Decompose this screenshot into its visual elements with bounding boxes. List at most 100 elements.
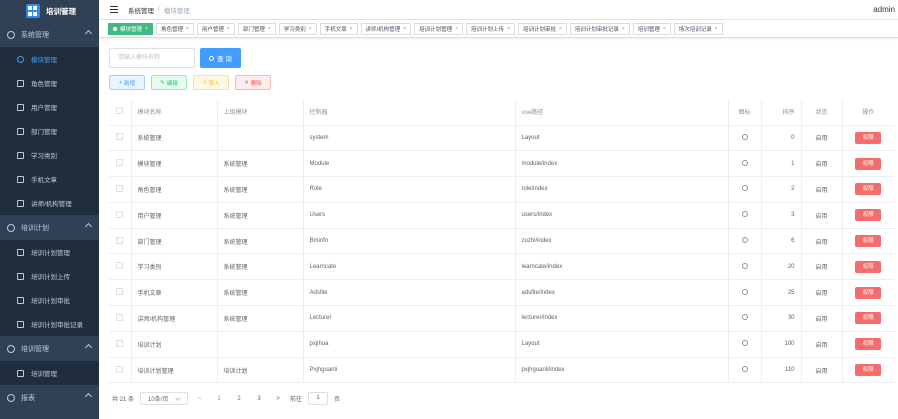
permission-button[interactable]: 权限 <box>855 364 882 377</box>
edit-button[interactable]: ✎ 编辑 <box>151 75 187 90</box>
globe-icon <box>741 159 748 166</box>
goto-page-input[interactable]: 1 <box>308 392 329 405</box>
sidebar-group-report[interactable]: 报表 <box>0 385 99 410</box>
permission-button[interactable]: 权限 <box>855 338 882 351</box>
row-checkbox[interactable] <box>116 133 124 141</box>
permission-button[interactable]: 权限 <box>855 209 882 222</box>
table-row[interactable]: 用户管理 系统管理 Users users/index 3 启用 权限 <box>109 202 894 229</box>
close-icon[interactable]: × <box>622 26 625 32</box>
table-row[interactable]: 部门管理 系统管理 Bminfo zuzhi/index 6 启用 权限 <box>109 228 894 255</box>
select-all-checkbox[interactable] <box>116 107 124 115</box>
page-number[interactable]: 3 <box>252 396 266 402</box>
close-icon[interactable]: × <box>663 26 666 32</box>
permission-button[interactable]: 权限 <box>855 183 882 196</box>
sidebar-group-plan[interactable]: 培训计划 <box>0 215 99 240</box>
search-button-label: 查 询 <box>217 56 232 63</box>
user-name[interactable]: admin <box>873 5 895 14</box>
row-checkbox[interactable] <box>116 339 124 347</box>
sidebar-item-training-manage[interactable]: 培训管理 <box>0 361 99 385</box>
row-checkbox[interactable] <box>116 313 124 321</box>
table-row[interactable]: 角色管理 系统管理 Role role/index 2 启用 权限 <box>109 176 894 203</box>
sidebar-item-plan-approve-log[interactable]: 培训计划审批记录 <box>0 312 99 336</box>
tag-0[interactable]: 模块管理 × <box>108 22 153 35</box>
row-checkbox[interactable] <box>116 236 124 244</box>
breadcrumb-item[interactable]: 系统管理 <box>128 5 154 15</box>
delete-button[interactable]: ✕ 删除 <box>235 75 271 90</box>
cell-parent: 系统管理 <box>217 150 304 178</box>
sidebar-item-department[interactable]: 部门管理 <box>0 119 99 143</box>
row-checkbox[interactable] <box>116 210 124 218</box>
row-checkbox[interactable] <box>116 184 124 192</box>
hamburger-icon[interactable] <box>110 6 118 13</box>
tag-1[interactable]: 角色管理 × <box>155 22 194 35</box>
sidebar-item-plan-upload[interactable]: 培训计划上传 <box>0 264 99 288</box>
sidebar-item-lecturer[interactable]: 讲师/机构管理 <box>0 191 99 215</box>
page-number[interactable]: 1 <box>212 396 226 402</box>
import-button[interactable]: ⇩ 导入 <box>193 75 229 90</box>
close-icon[interactable]: × <box>227 26 230 32</box>
app-logo[interactable]: 培训管理 <box>0 0 99 22</box>
close-icon[interactable]: × <box>715 26 718 32</box>
tag-8[interactable]: 培训计划上传 × <box>466 22 515 35</box>
tag-4[interactable]: 学习类别 × <box>278 22 317 35</box>
chevron-up-icon <box>84 392 93 401</box>
close-icon[interactable]: × <box>559 26 562 32</box>
tag-2[interactable]: 用户管理 × <box>196 22 235 35</box>
sidebar-item-plan-approve[interactable]: 培训计划审批 <box>0 288 99 312</box>
sidebar-item-users[interactable]: 用户管理 <box>0 95 99 119</box>
sidebar-item-learncate[interactable]: 学习类别 <box>0 143 99 167</box>
add-button[interactable]: + 新增 <box>109 75 145 90</box>
table-row[interactable]: 学习类别 系统管理 Learncate learncate/index 20 启用 权限 <box>109 253 894 281</box>
sidebar-item-articles[interactable]: 手机文章 <box>0 167 99 191</box>
sidebar-item-plan-manage[interactable]: 培训计划管理 <box>0 240 99 264</box>
sidebar-item-role[interactable]: 角色管理 <box>0 71 99 95</box>
table-row[interactable]: 模块管理 系统管理 Module module/index 1 启用 权限 <box>109 150 894 178</box>
table-row[interactable]: 系统管理 system Layout 0 启用 权限 <box>109 125 894 152</box>
tag-label: 部门管理 <box>242 26 265 33</box>
tag-10[interactable]: 培训计划审批记录 × <box>569 22 630 35</box>
close-icon[interactable]: × <box>268 26 271 32</box>
search-input[interactable] <box>109 48 195 68</box>
sidebar-group-training[interactable]: 培训管理 <box>0 336 99 361</box>
tag-3[interactable]: 部门管理 × <box>237 22 276 35</box>
close-icon[interactable]: × <box>145 26 148 32</box>
permission-button[interactable]: 权限 <box>855 286 882 299</box>
permission-button[interactable]: 权限 <box>855 131 882 144</box>
row-checkbox[interactable] <box>116 159 124 167</box>
close-icon[interactable]: × <box>350 26 353 32</box>
tag-11[interactable]: 培训管理 × <box>632 22 671 35</box>
tag-12[interactable]: 场次培训记录 × <box>673 22 723 35</box>
select-all-header[interactable] <box>109 99 132 126</box>
permission-button[interactable]: 权限 <box>855 235 882 248</box>
table-row[interactable]: 手机文章 系统管理 Adsfile adsfile/index 25 启用 权限 <box>109 279 894 307</box>
close-icon[interactable]: × <box>309 26 312 32</box>
page-number[interactable]: 2 <box>232 396 246 402</box>
page-size-select[interactable]: 10条/页 <box>140 392 189 405</box>
table-row[interactable]: 培训计划管理 培训计划 Pxjhguanli pxjhguanli/index 110 启… <box>109 357 894 384</box>
close-icon[interactable]: × <box>186 26 189 32</box>
table-row[interactable]: 培训计划 pxjihua Layout 100 启用 权限 <box>109 331 894 358</box>
tag-6[interactable]: 讲师/机构管理 × <box>360 22 412 35</box>
tag-5[interactable]: 手机文章 × <box>319 22 358 35</box>
prev-page-button[interactable]: < <box>194 396 206 402</box>
close-icon[interactable]: × <box>403 26 406 32</box>
permission-button[interactable]: 权限 <box>855 260 882 273</box>
cell-sort: 3 <box>761 202 802 229</box>
tag-label: 培训管理 <box>637 26 660 33</box>
tag-9[interactable]: 培训计划审批 × <box>517 22 567 35</box>
close-icon[interactable]: × <box>455 26 458 32</box>
cell-sort: 6 <box>761 228 802 255</box>
permission-button[interactable]: 权限 <box>855 157 882 170</box>
close-icon[interactable]: × <box>507 26 510 32</box>
table-row[interactable]: 讲师/机构管理 系统管理 Lecturer lecturer/index 30 启用 权限 <box>109 305 894 332</box>
row-checkbox[interactable] <box>116 288 124 296</box>
sidebar-group-system[interactable]: 系统管理 <box>0 22 99 47</box>
action-toolbar: + 新增 ✎ 编辑 ⇩ 导入 ✕ 删除 <box>109 75 271 90</box>
row-checkbox[interactable] <box>116 262 124 270</box>
search-button[interactable]: 查 询 <box>200 48 241 68</box>
next-page-button[interactable]: > <box>272 396 284 402</box>
permission-button[interactable]: 权限 <box>855 312 882 325</box>
row-checkbox[interactable] <box>116 365 124 373</box>
tag-7[interactable]: 培训计划管理 × <box>414 22 464 35</box>
sidebar-item-module[interactable]: 模块管理 <box>0 47 99 71</box>
